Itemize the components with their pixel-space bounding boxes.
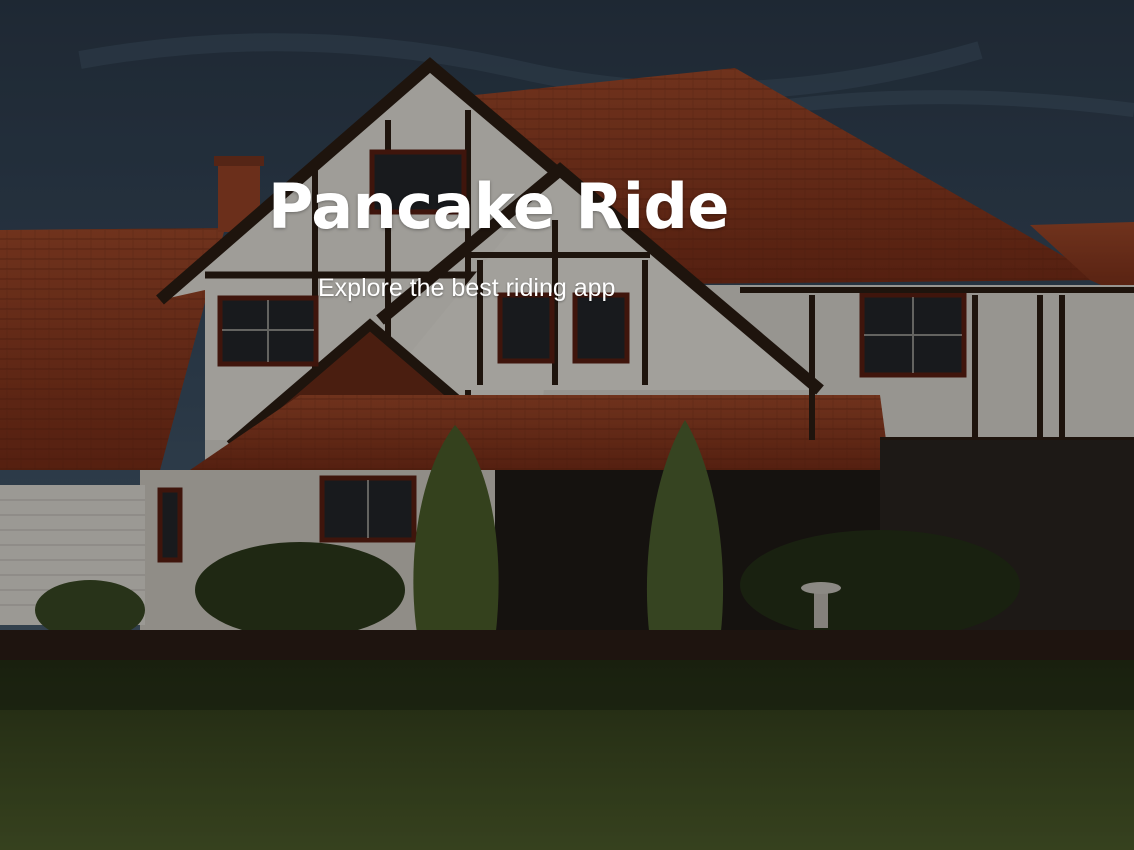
hero-title: Pancake Ride: [268, 170, 729, 243]
dark-overlay: [0, 0, 1134, 850]
hero-section: Pancake Ride Explore the best riding app: [0, 0, 1134, 850]
hero-subtitle: Explore the best riding app: [318, 274, 616, 302]
